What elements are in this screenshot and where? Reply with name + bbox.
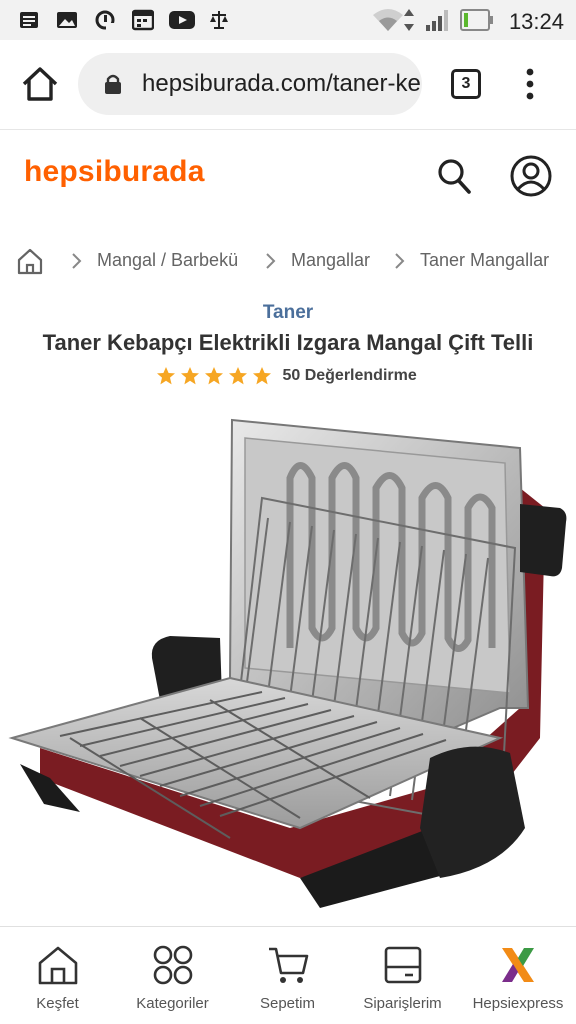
nav-item-sepetim[interactable]: Sepetim — [230, 927, 345, 1024]
chevron-right-icon — [266, 253, 276, 269]
rating-row[interactable]: 50 Değerlendirme — [156, 366, 417, 392]
battery-icon — [460, 9, 493, 31]
product-title: Taner Kebapçı Elektrikli Izgara Mangal Ç… — [42, 330, 534, 355]
account-icon[interactable] — [510, 155, 552, 197]
nav-label: Sepetim — [259, 995, 316, 1012]
breadcrumb-item-mangal-barbeku[interactable]: Mangal / Barbekü — [97, 250, 238, 271]
star-icon — [253, 367, 271, 385]
data-arrows-icon — [404, 9, 414, 31]
review-count: 50 Değerlendirme — [282, 367, 417, 384]
gallery-icon — [57, 12, 77, 28]
nav-label: Keşfet — [36, 995, 79, 1012]
box-icon — [384, 946, 422, 984]
browser-toolbar: hepsiburada.com/taner-kebapci 3 — [0, 40, 576, 130]
nav-label: Kategoriler — [136, 995, 209, 1012]
product-brand[interactable]: Taner — [0, 302, 576, 324]
star-rating — [156, 367, 276, 385]
news-icon — [20, 12, 38, 28]
calendar-icon — [132, 9, 154, 31]
search-icon[interactable] — [436, 157, 472, 195]
breadcrumb-item-taner-mangallar[interactable]: Taner Mangallar — [420, 250, 549, 271]
menu-dots-icon[interactable] — [520, 66, 540, 102]
tab-switcher-button[interactable]: 3 — [451, 69, 481, 99]
nav-label: Hepsiexpress — [472, 995, 564, 1012]
scales-icon — [210, 11, 228, 29]
clock-time: 13:24 — [508, 9, 564, 34]
breadcrumb: Mangal / Barbekü Mangallar Taner Mangall… — [0, 240, 576, 284]
bottom-navigation: Keşfet Kategoriler Sepetim Siparişlerim … — [0, 926, 576, 1024]
cart-icon — [269, 947, 309, 983]
chevron-right-icon — [395, 253, 405, 269]
breadcrumb-item-mangallar[interactable]: Mangallar — [291, 250, 370, 271]
product-image[interactable] — [0, 408, 576, 928]
wifi-icon — [373, 9, 403, 31]
sync-icon — [95, 10, 115, 31]
lock-icon — [105, 74, 121, 94]
home-icon[interactable] — [16, 246, 44, 276]
chevron-right-icon — [72, 253, 82, 269]
star-icon — [181, 367, 199, 385]
express-x-icon — [502, 948, 534, 982]
home-icon[interactable] — [18, 62, 62, 106]
status-bar: 13:24 — [0, 0, 576, 40]
grid-icon — [153, 945, 193, 985]
nav-label: Siparişlerim — [363, 995, 442, 1012]
nav-item-kesfet[interactable]: Keşfet — [0, 927, 115, 1024]
signal-icon — [426, 10, 448, 31]
home-icon — [38, 946, 78, 985]
nav-item-siparislerim[interactable]: Siparişlerim — [345, 927, 460, 1024]
site-header: hepsiburada — [0, 131, 576, 221]
url-text: hepsiburada.com/taner-kebapci — [142, 70, 422, 97]
nav-item-hepsiexpress[interactable]: Hepsiexpress — [460, 927, 576, 1024]
address-bar[interactable]: hepsiburada.com/taner-kebapci — [78, 53, 422, 115]
star-icon — [229, 367, 247, 385]
nav-item-kategoriler[interactable]: Kategoriler — [115, 927, 230, 1024]
site-logo[interactable]: hepsiburada — [24, 155, 205, 189]
youtube-icon — [169, 11, 195, 29]
star-icon — [205, 367, 223, 385]
star-icon — [157, 367, 175, 385]
